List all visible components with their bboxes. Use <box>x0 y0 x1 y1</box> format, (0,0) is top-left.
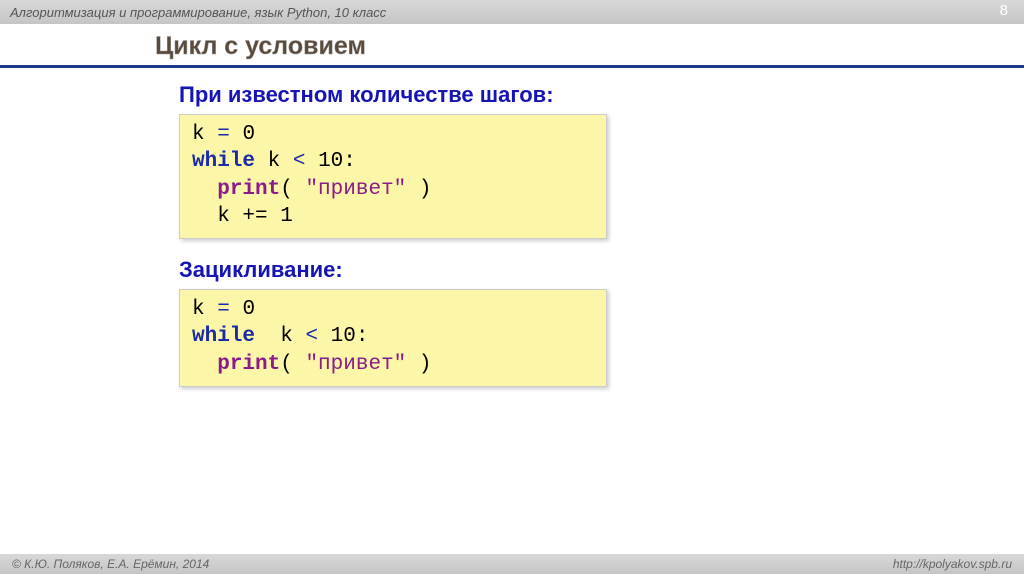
code-line: k = 0 <box>192 121 594 148</box>
code-line: k = 0 <box>192 296 594 323</box>
slide-title: Цикл с условием <box>155 32 1024 61</box>
section1-subtitle: При известном количестве шагов: <box>179 82 1024 108</box>
footer-copyright: © К.Ю. Поляков, Е.А. Ерёмин, 2014 <box>12 557 209 571</box>
code-line: while k < 10: <box>192 323 594 350</box>
code-line: print( "привет" ) <box>192 176 594 203</box>
page-number: 8 <box>1000 2 1008 19</box>
section2-subtitle: Зацикливание: <box>179 257 1024 283</box>
title-underline <box>0 65 1024 68</box>
code-line: k += 1 <box>192 203 594 230</box>
content-area: При известном количестве шагов: k = 0 wh… <box>179 82 1024 387</box>
footer-bar: © К.Ю. Поляков, Е.А. Ерёмин, 2014 http:/… <box>0 554 1024 574</box>
code-block-1: k = 0 while k < 10: print( "привет" ) k … <box>179 114 607 239</box>
code-line: while k < 10: <box>192 148 594 175</box>
code-block-2: k = 0 while k < 10: print( "привет" ) <box>179 289 607 387</box>
footer-url: http://kpolyakov.spb.ru <box>893 557 1012 571</box>
header-bar: Алгоритмизация и программирование, язык … <box>0 0 1024 24</box>
code-line: print( "привет" ) <box>192 351 594 378</box>
header-title: Алгоритмизация и программирование, язык … <box>10 5 386 20</box>
